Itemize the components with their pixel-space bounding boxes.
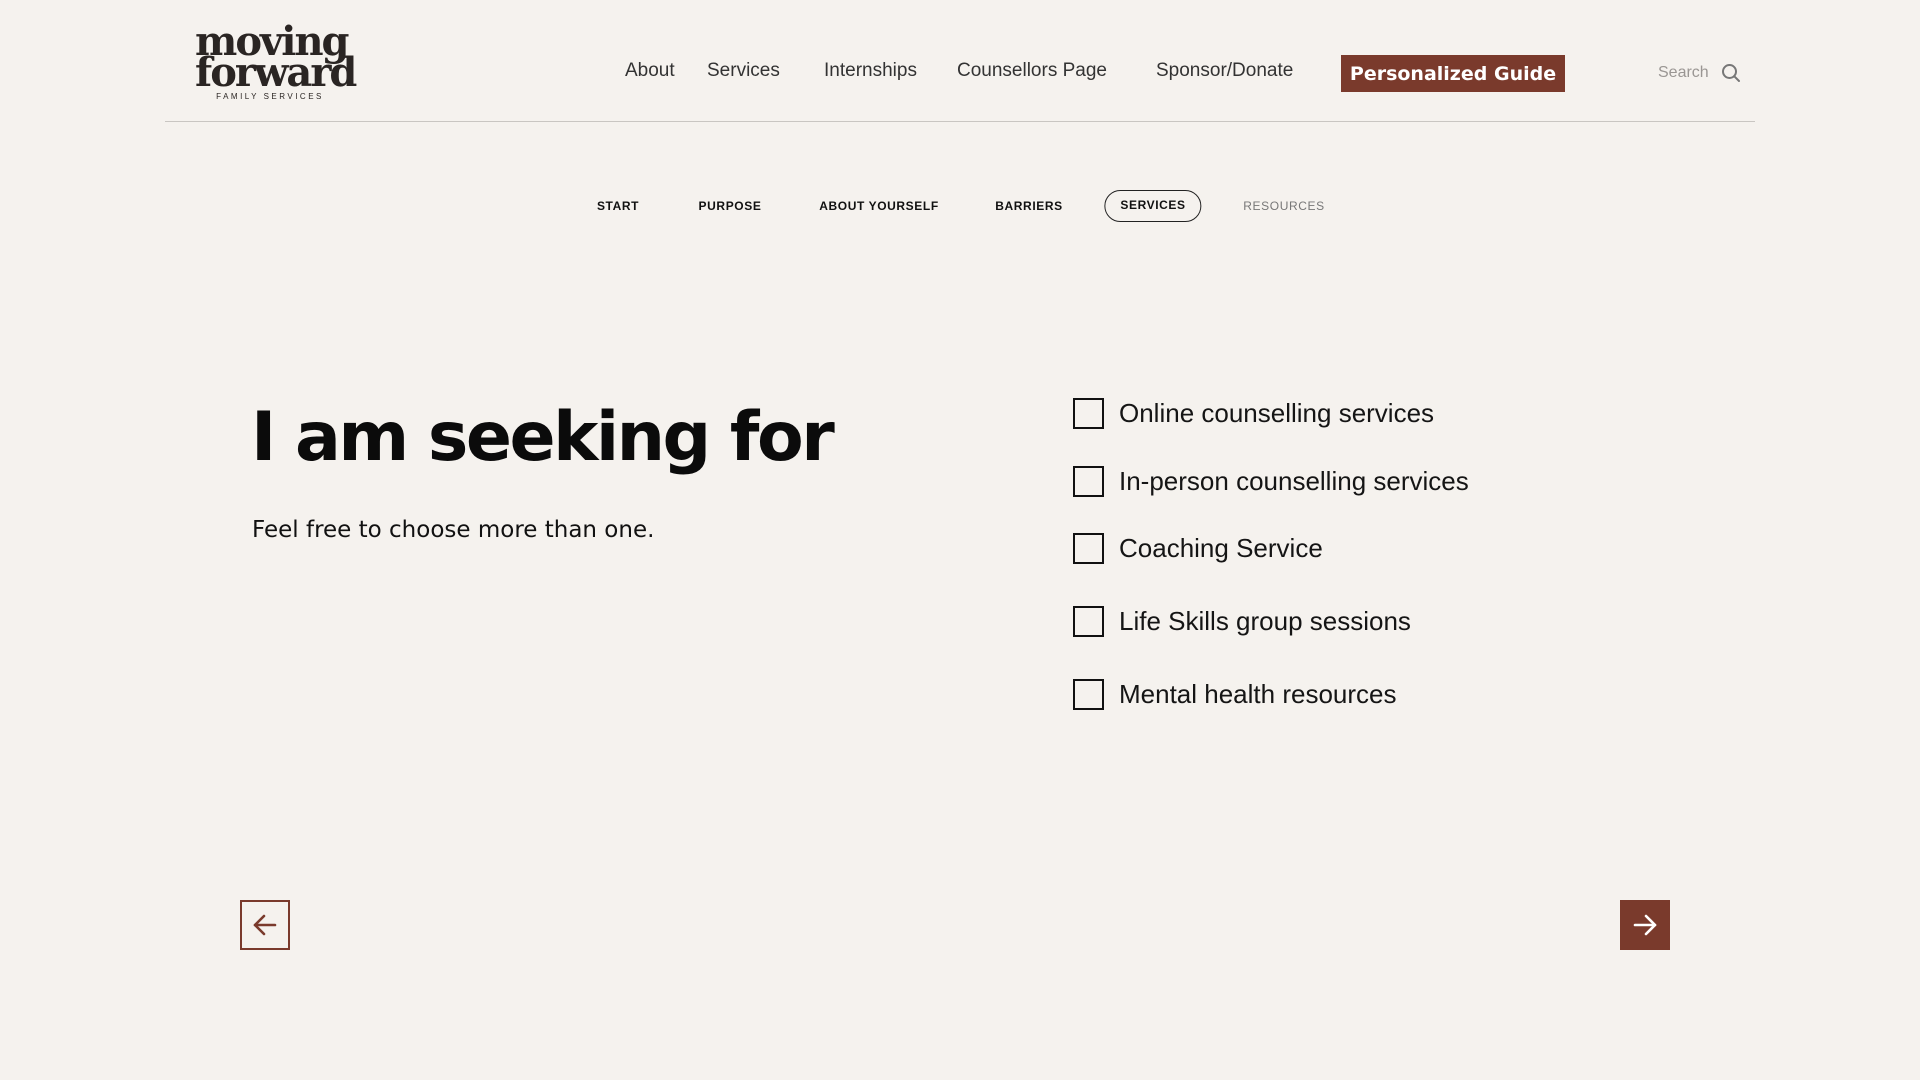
option-label: In-person counselling services [1119, 466, 1469, 496]
step-start[interactable]: START [597, 190, 639, 222]
search-control[interactable]: Search [1658, 63, 1741, 83]
logo-subtitle: FAMILY SERVICES [216, 92, 324, 101]
nav-about[interactable]: About [625, 60, 675, 82]
checkbox[interactable] [1073, 533, 1104, 564]
option-label: Mental health resources [1119, 679, 1397, 709]
search-icon [1721, 64, 1740, 82]
arrow-right-icon [1633, 914, 1657, 936]
option-mental-health-resources[interactable]: Mental health resources [1073, 679, 1396, 710]
personalized-guide-button[interactable]: Personalized Guide [1341, 55, 1565, 92]
checkbox[interactable] [1073, 679, 1104, 710]
option-label: Coaching Service [1119, 533, 1323, 563]
option-coaching-service[interactable]: Coaching Service [1073, 533, 1323, 564]
checkbox[interactable] [1073, 606, 1104, 637]
step-resources[interactable]: RESOURCES [1243, 190, 1324, 222]
checkbox[interactable] [1073, 398, 1104, 429]
search-label: Search [1658, 64, 1709, 81]
logo[interactable]: moving forward FAMILY SERVICES [195, 22, 357, 110]
option-label: Life Skills group sessions [1119, 606, 1411, 636]
next-button[interactable] [1620, 900, 1670, 950]
checkbox[interactable] [1073, 466, 1104, 497]
previous-button[interactable] [240, 900, 290, 950]
option-life-skills[interactable]: Life Skills group sessions [1073, 606, 1411, 637]
nav-sponsor-donate[interactable]: Sponsor/Donate [1156, 60, 1293, 82]
option-online-counselling[interactable]: Online counselling services [1073, 398, 1434, 429]
logo-word-forward: forward [195, 49, 357, 96]
option-label: Online counselling services [1119, 398, 1435, 428]
step-purpose[interactable]: PURPOSE [699, 190, 762, 222]
page-subheading: Feel free to choose more than one. [252, 517, 655, 543]
nav-internships[interactable]: Internships [824, 60, 917, 82]
nav-counsellors-page[interactable]: Counsellors Page [957, 60, 1107, 82]
option-in-person-counselling[interactable]: In-person counselling services [1073, 466, 1469, 497]
step-services[interactable]: SERVICES [1104, 190, 1202, 222]
progress-steps: START PURPOSE ABOUT YOURSELF BARRIERS SE… [0, 190, 1920, 222]
page-heading: I am seeking for [251, 398, 835, 477]
step-barriers[interactable]: BARRIERS [995, 190, 1062, 222]
step-about-yourself[interactable]: ABOUT YOURSELF [819, 190, 939, 222]
site-header: moving forward FAMILY SERVICES About Ser… [165, 0, 1755, 122]
nav-services[interactable]: Services [707, 60, 780, 82]
arrow-left-icon [253, 914, 277, 936]
